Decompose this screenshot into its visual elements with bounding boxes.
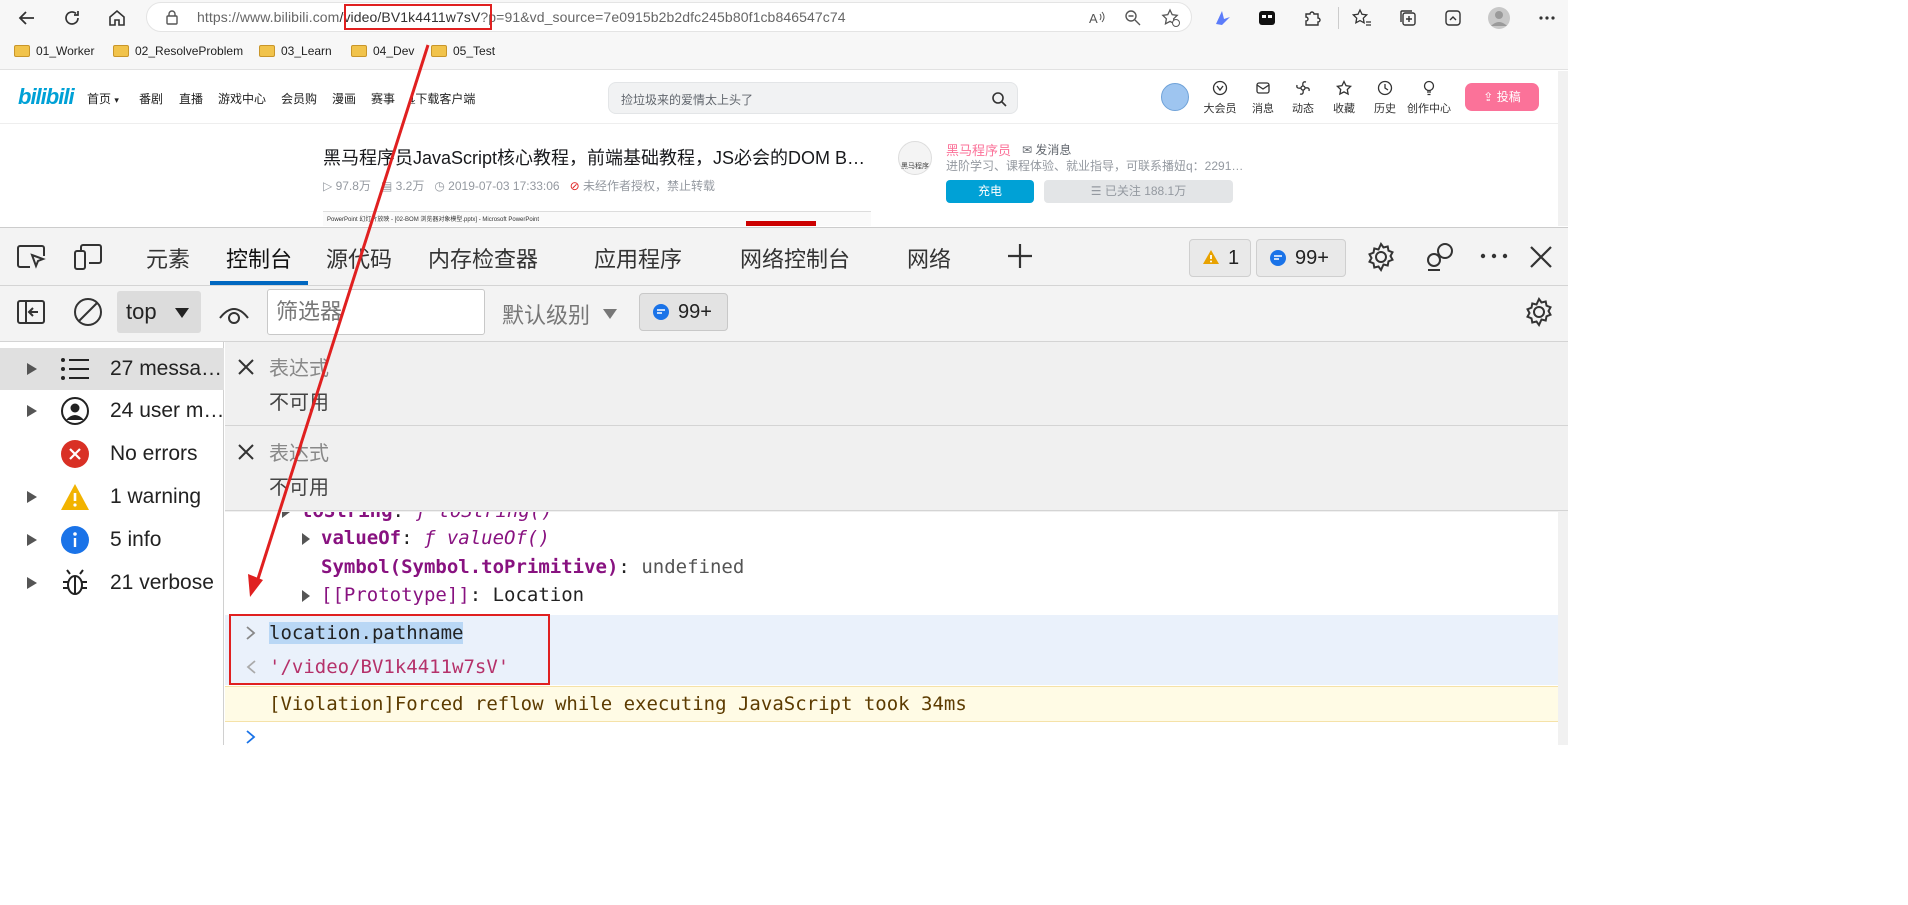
arrow-head	[248, 574, 263, 597]
annotation-arrow	[248, 44, 430, 597]
arrow-shaft	[255, 44, 430, 583]
